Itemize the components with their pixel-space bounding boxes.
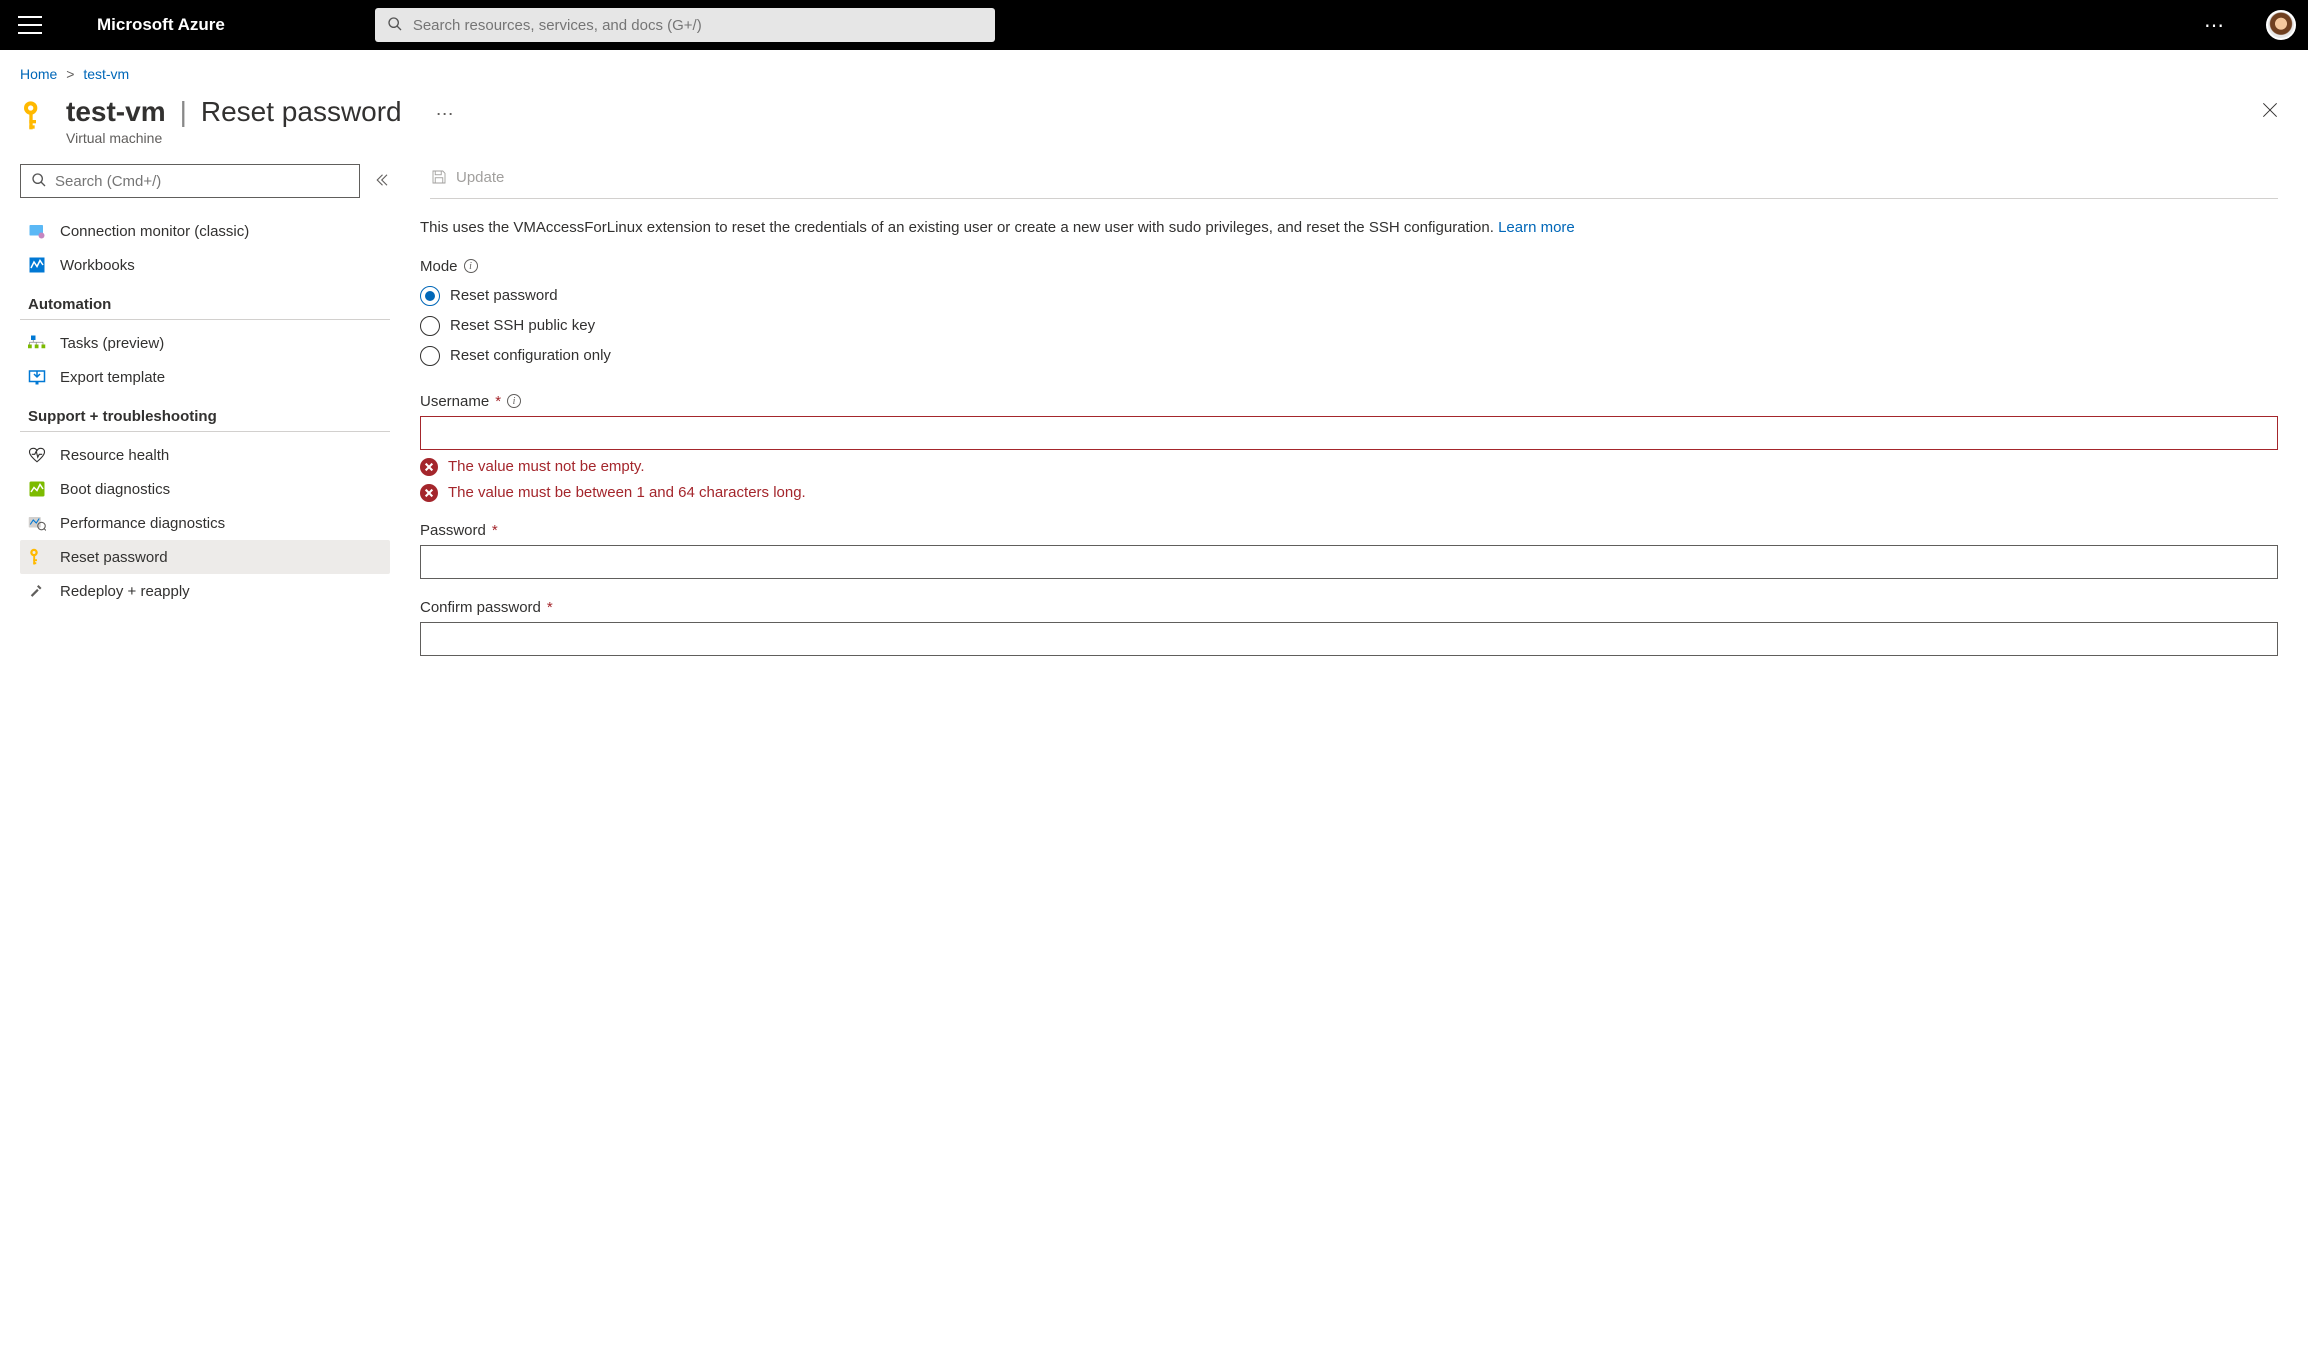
sidebar-item-workbooks[interactable]: Workbooks: [20, 248, 390, 282]
sidebar-search-input[interactable]: [55, 173, 349, 190]
close-button[interactable]: [2260, 100, 2280, 123]
sidebar-group-automation: Automation: [20, 282, 390, 320]
sidebar-item-boot-diagnostics[interactable]: Boot diagnostics: [20, 472, 390, 506]
sidebar-item-label: Export template: [60, 369, 165, 386]
key-icon: [28, 548, 46, 566]
breadcrumb-resource[interactable]: test-vm: [83, 66, 129, 82]
user-avatar[interactable]: [2266, 10, 2296, 40]
global-search[interactable]: [375, 8, 995, 42]
breadcrumb: Home > test-vm: [20, 66, 2288, 82]
sidebar-item-redeploy[interactable]: Redeploy + reapply: [20, 574, 390, 608]
error-icon: [420, 484, 438, 502]
sidebar-item-label: Redeploy + reapply: [60, 583, 190, 600]
sidebar-search[interactable]: [20, 164, 360, 198]
radio-reset-ssh-key[interactable]: Reset SSH public key: [420, 311, 2278, 341]
mode-label: Mode i: [420, 258, 2278, 275]
username-input[interactable]: [420, 416, 2278, 450]
tasks-icon: [28, 334, 46, 352]
required-indicator: *: [492, 522, 498, 539]
search-icon: [387, 16, 403, 35]
key-icon: [20, 100, 52, 132]
radio-icon: [420, 316, 440, 336]
global-search-input[interactable]: [413, 17, 983, 34]
sidebar: Connection monitor (classic) Workbooks A…: [20, 164, 390, 676]
hammer-icon: [28, 582, 46, 600]
toolbar: Update: [430, 164, 2278, 199]
breadcrumb-home[interactable]: Home: [20, 66, 57, 82]
heart-icon: [28, 446, 46, 464]
sidebar-item-reset-password[interactable]: Reset password: [20, 540, 390, 574]
radio-reset-config[interactable]: Reset configuration only: [420, 341, 2278, 371]
brand-label: Microsoft Azure: [97, 15, 225, 35]
blade-more-button[interactable]: ⋯: [436, 104, 454, 125]
sidebar-item-performance-diagnostics[interactable]: Performance diagnostics: [20, 506, 390, 540]
description-text: This uses the VMAccessForLinux extension…: [420, 217, 2278, 240]
workbooks-icon: [28, 256, 46, 274]
username-label: Username * i: [420, 393, 2278, 410]
radio-reset-password[interactable]: Reset password: [420, 281, 2278, 311]
top-more-button[interactable]: ⋯: [2194, 13, 2236, 38]
info-icon[interactable]: i: [507, 394, 521, 408]
breadcrumb-separator: >: [66, 66, 74, 82]
boot-icon: [28, 480, 46, 498]
sidebar-item-label: Resource health: [60, 447, 169, 464]
confirm-password-label: Confirm password *: [420, 599, 2278, 616]
monitor-icon: [28, 222, 46, 240]
sidebar-item-tasks[interactable]: Tasks (preview): [20, 326, 390, 360]
confirm-password-input[interactable]: [420, 622, 2278, 656]
export-icon: [28, 368, 46, 386]
sidebar-item-label: Performance diagnostics: [60, 515, 225, 532]
sidebar-item-connection-monitor[interactable]: Connection monitor (classic): [20, 214, 390, 248]
error-message: The value must be between 1 and 64 chara…: [420, 484, 2278, 502]
sidebar-item-label: Workbooks: [60, 257, 135, 274]
save-icon: [430, 168, 448, 186]
page-subtitle: Virtual machine: [66, 130, 402, 146]
perf-icon: [28, 514, 46, 532]
sidebar-group-support: Support + troubleshooting: [20, 394, 390, 432]
learn-more-link[interactable]: Learn more: [1498, 219, 1575, 236]
top-bar: Microsoft Azure ⋯: [0, 0, 2308, 50]
info-icon[interactable]: i: [464, 259, 478, 273]
update-button[interactable]: Update: [430, 168, 504, 186]
radio-icon: [420, 286, 440, 306]
password-input[interactable]: [420, 545, 2278, 579]
sidebar-item-export-template[interactable]: Export template: [20, 360, 390, 394]
search-icon: [31, 172, 47, 191]
sidebar-item-label: Tasks (preview): [60, 335, 164, 352]
error-icon: [420, 458, 438, 476]
password-label: Password *: [420, 522, 2278, 539]
hamburger-menu-button[interactable]: [18, 16, 42, 34]
sidebar-item-resource-health[interactable]: Resource health: [20, 438, 390, 472]
radio-icon: [420, 346, 440, 366]
sidebar-item-label: Connection monitor (classic): [60, 223, 249, 240]
sidebar-item-label: Reset password: [60, 549, 168, 566]
blade-header: test-vm | Reset password Virtual machine…: [20, 96, 2288, 146]
mode-radio-group: Reset password Reset SSH public key Rese…: [420, 281, 2278, 371]
required-indicator: *: [547, 599, 553, 616]
page-title: test-vm | Reset password: [66, 96, 402, 128]
collapse-sidebar-button[interactable]: [372, 171, 390, 192]
sidebar-item-label: Boot diagnostics: [60, 481, 170, 498]
error-message: The value must not be empty.: [420, 458, 2278, 476]
content-pane: Update This uses the VMAccessForLinux ex…: [420, 164, 2288, 676]
required-indicator: *: [495, 393, 501, 410]
